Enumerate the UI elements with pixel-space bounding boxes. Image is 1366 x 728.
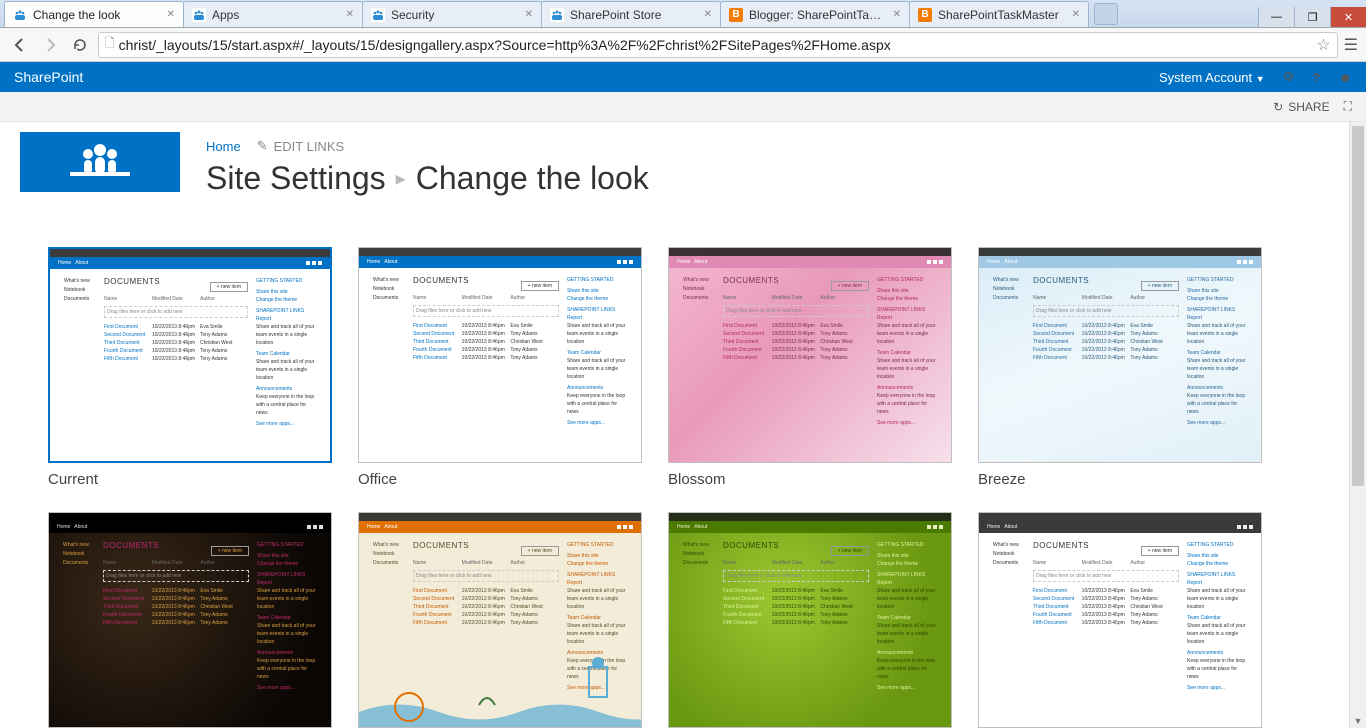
reload-button[interactable] <box>68 33 92 57</box>
tab-close-icon[interactable]: ✕ <box>167 9 175 20</box>
tab-label: Security <box>391 8 519 22</box>
theme-thumbnail: Home AboutWhat's newNotebookDocumentsDOC… <box>668 512 952 728</box>
breadcrumb-separator-icon: ▸ <box>396 166 406 191</box>
browser-tab-strip: Change the look✕Apps✕Security✕SharePoint… <box>0 0 1366 28</box>
browser-tab[interactable]: Change the look ✕ <box>4 1 184 27</box>
pencil-icon: ✎ <box>257 138 268 154</box>
theme-thumbnail: Home AboutWhat's newNotebookDocumentsDOC… <box>48 512 332 728</box>
tab-close-icon[interactable]: ✕ <box>525 9 533 20</box>
suite-bar: SharePoint System Account ▼ ⚙ ? ☻ <box>0 62 1366 92</box>
theme-card-nature[interactable]: Home AboutWhat's newNotebookDocumentsDOC… <box>668 512 952 728</box>
theme-card-breeze[interactable]: Home AboutWhat's newNotebookDocumentsDOC… <box>978 247 1262 488</box>
bookmark-star-icon[interactable]: ☆ <box>1316 35 1330 55</box>
sharepoint-favicon <box>550 8 564 22</box>
tab-close-icon[interactable]: ✕ <box>346 9 354 20</box>
theme-thumbnail: Home AboutWhat's newNotebookDocumentsDOC… <box>978 247 1262 463</box>
browser-tab[interactable]: SharePoint Store ✕ <box>541 1 721 27</box>
theme-name-label: Blossom <box>668 471 952 488</box>
browser-toolbar: 🗋 christ/_layouts/15/start.aspx#/_layout… <box>0 28 1366 62</box>
tab-close-icon[interactable]: ✕ <box>1072 9 1080 20</box>
edit-links-button[interactable]: ✎EDIT LINKS <box>257 138 344 154</box>
theme-name-label: Office <box>358 471 642 488</box>
sharepoint-favicon <box>13 8 27 22</box>
address-bar[interactable]: 🗋 christ/_layouts/15/start.aspx#/_layout… <box>98 32 1338 58</box>
tab-close-icon[interactable]: ✕ <box>704 9 712 20</box>
user-avatar-icon[interactable]: ☻ <box>1338 70 1352 85</box>
browser-tab[interactable]: B Blogger: SharePointTaskM ✕ <box>720 1 910 27</box>
tab-label: Apps <box>212 8 340 22</box>
sharepoint-favicon <box>371 8 385 22</box>
theme-card-city[interactable]: Home AboutWhat's newNotebookDocumentsDOC… <box>48 512 332 728</box>
browser-tab[interactable]: Apps ✕ <box>183 1 363 27</box>
forward-button[interactable] <box>38 33 62 57</box>
sync-icon: ↻ <box>1273 100 1283 114</box>
nav-home-link[interactable]: Home <box>206 139 241 154</box>
scrollbar-thumb[interactable] <box>1352 126 1364 486</box>
window-controls: — ❐ ✕ <box>1258 7 1366 27</box>
tab-close-icon[interactable]: ✕ <box>893 9 901 20</box>
title-current: Change the look <box>416 160 649 197</box>
page-title: Site Settings ▸ Change the look <box>206 160 649 197</box>
blogger-favicon: B <box>729 8 743 22</box>
theme-name-label: Breeze <box>978 471 1262 488</box>
title-parent[interactable]: Site Settings <box>206 160 386 197</box>
help-icon[interactable]: ? <box>1312 70 1320 85</box>
theme-card-office[interactable]: Home AboutWhat's newNotebookDocumentsDOC… <box>358 247 642 488</box>
theme-thumbnail: Home AboutWhat's newNotebookDocumentsDOC… <box>358 247 642 463</box>
window-minimize-button[interactable]: — <box>1258 7 1294 27</box>
window-maximize-button[interactable]: ❐ <box>1294 7 1330 27</box>
vertical-scrollbar[interactable]: ▼ <box>1349 122 1366 728</box>
url-text: christ/_layouts/15/start.aspx#/_layouts/… <box>119 37 1317 53</box>
tab-label: SharePointTaskMaster <box>938 8 1066 22</box>
tab-label: Change the look <box>33 8 161 22</box>
window-close-button[interactable]: ✕ <box>1330 7 1366 27</box>
blogger-favicon: B <box>918 8 932 22</box>
ribbon-bar: ↻SHARE ⛶ <box>0 92 1366 122</box>
sync-button[interactable]: ↻SHARE <box>1273 100 1329 114</box>
theme-gallery: Home AboutWhat's newNotebookDocumentsDOC… <box>20 247 1349 728</box>
account-menu[interactable]: System Account ▼ <box>1159 70 1265 85</box>
theme-card-current[interactable]: Home AboutWhat's newNotebookDocumentsDOC… <box>48 247 332 488</box>
theme-thumbnail: Home AboutWhat's newNotebookDocumentsDOC… <box>668 247 952 463</box>
theme-name-label: Current <box>48 471 332 488</box>
back-button[interactable] <box>8 33 32 57</box>
tab-label: SharePoint Store <box>570 8 698 22</box>
settings-gear-icon[interactable]: ⚙ <box>1283 69 1295 85</box>
scroll-down-arrow-icon[interactable]: ▼ <box>1350 716 1366 726</box>
suite-brand[interactable]: SharePoint <box>14 69 83 85</box>
page-icon: 🗋 <box>105 34 115 55</box>
browser-tab[interactable]: B SharePointTaskMaster ✕ <box>909 1 1089 27</box>
theme-card-sea-monster[interactable]: Home AboutWhat's newNotebookDocumentsDOC… <box>358 512 642 728</box>
page-content: Home ✎EDIT LINKS Site Settings ▸ Change … <box>0 122 1349 728</box>
theme-card-characters[interactable]: Home AboutWhat's newNotebookDocumentsDOC… <box>978 512 1262 728</box>
focus-button[interactable]: ⛶ <box>1344 99 1352 114</box>
theme-thumbnail: Home AboutWhat's newNotebookDocumentsDOC… <box>358 512 642 728</box>
chrome-menu-button[interactable]: ☰ <box>1344 35 1358 55</box>
theme-thumbnail: Home AboutWhat's newNotebookDocumentsDOC… <box>48 247 332 463</box>
sharepoint-favicon <box>192 8 206 22</box>
site-logo[interactable] <box>20 132 180 192</box>
theme-thumbnail: Home AboutWhat's newNotebookDocumentsDOC… <box>978 512 1262 728</box>
top-nav: Home ✎EDIT LINKS <box>206 138 649 154</box>
new-tab-button[interactable] <box>1094 3 1118 25</box>
theme-card-blossom[interactable]: Home AboutWhat's newNotebookDocumentsDOC… <box>668 247 952 488</box>
browser-tab[interactable]: Security ✕ <box>362 1 542 27</box>
tab-label: Blogger: SharePointTaskM <box>749 8 887 22</box>
